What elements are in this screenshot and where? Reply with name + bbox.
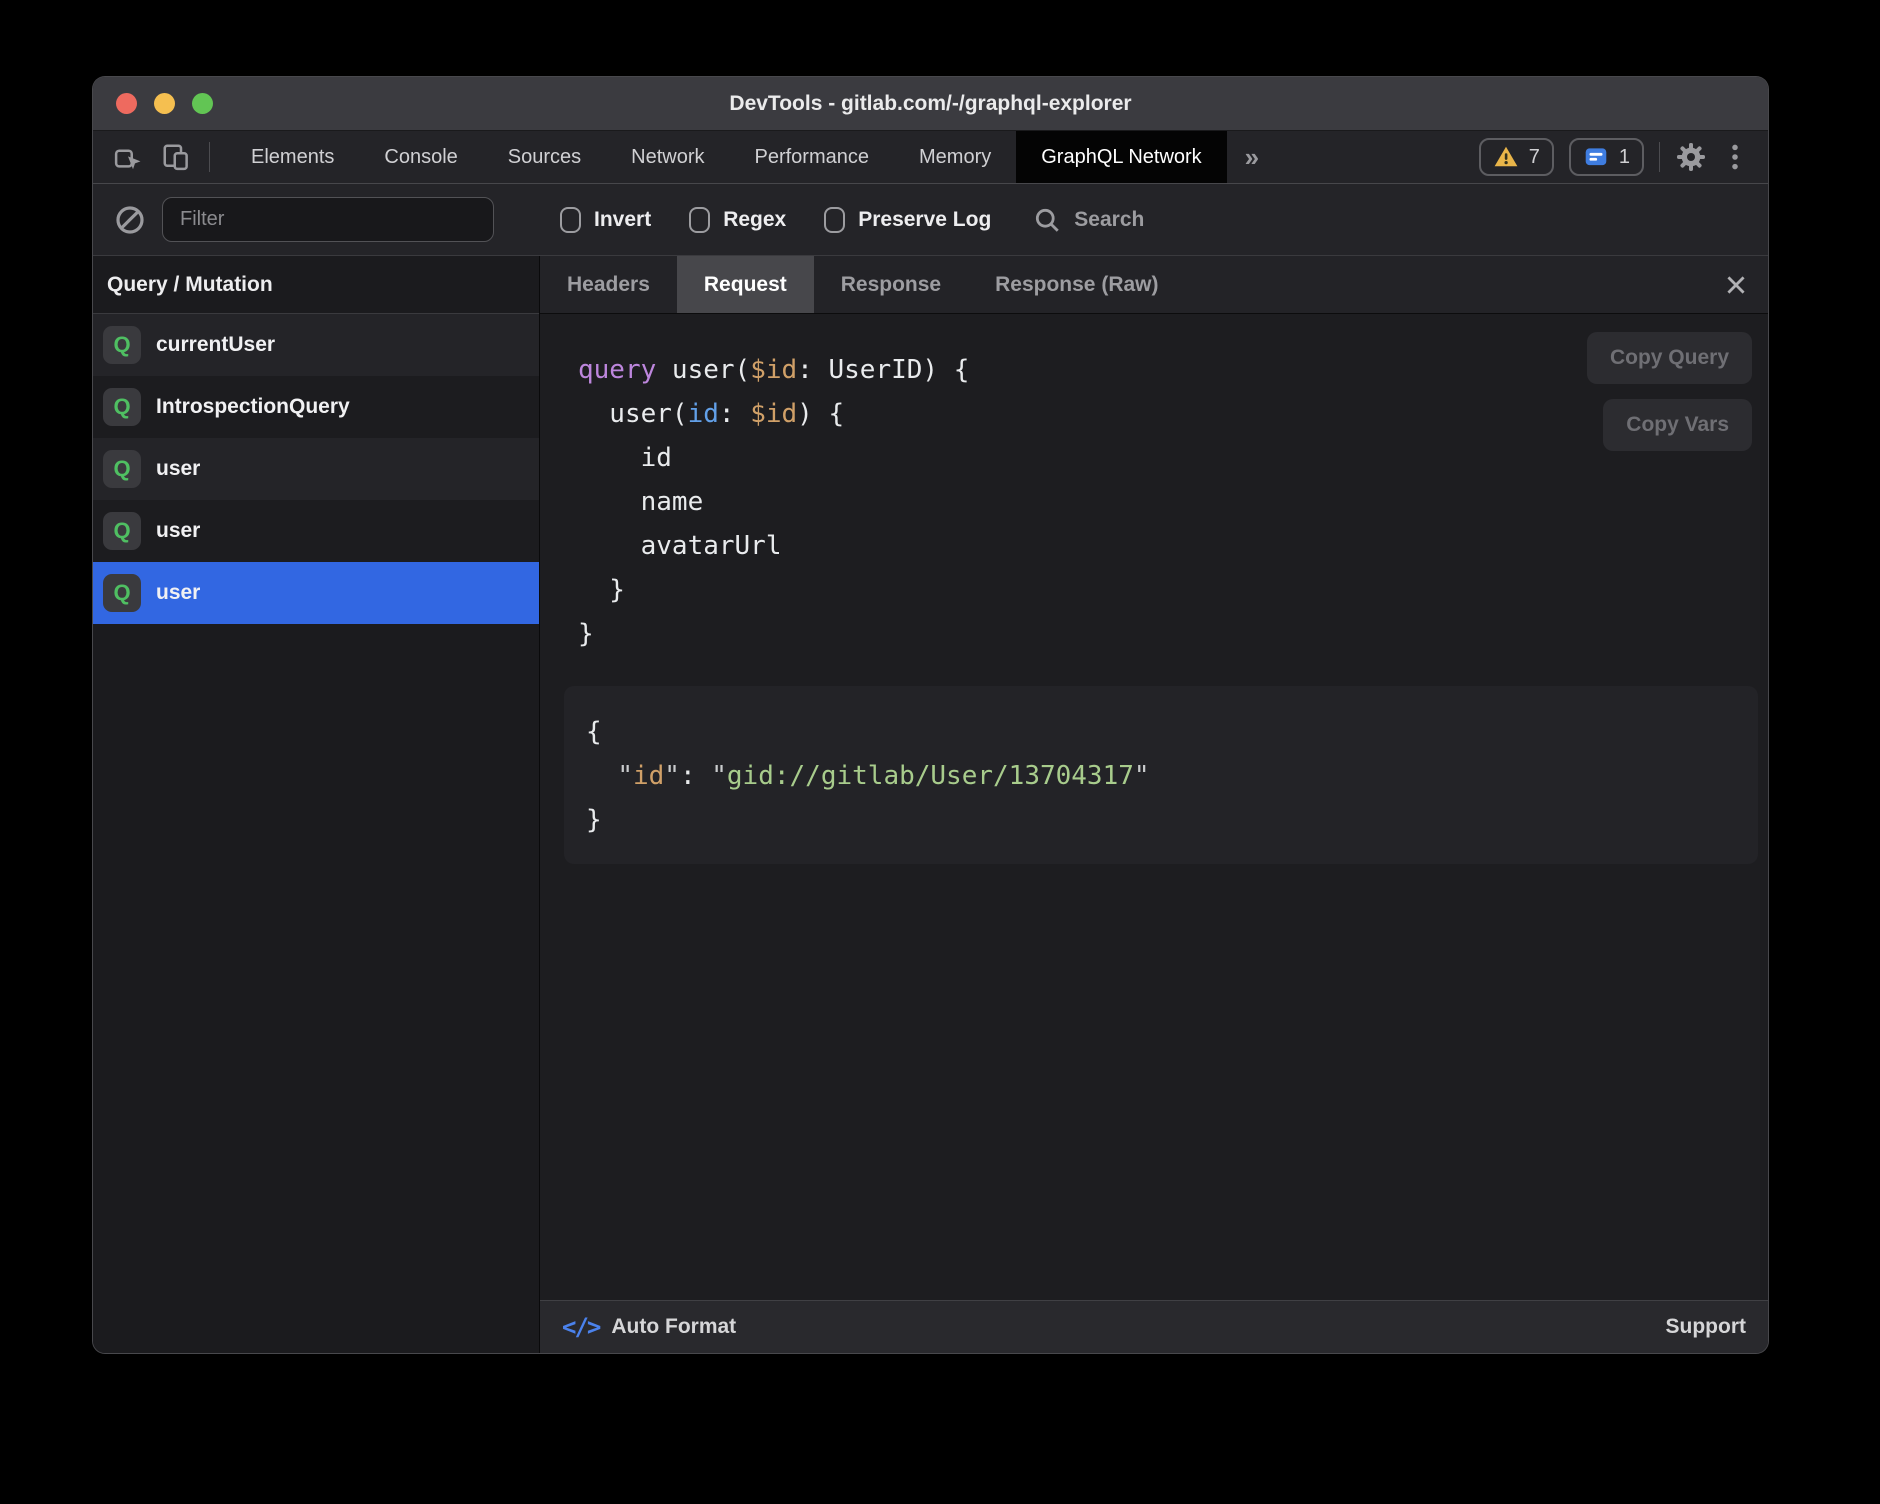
devtools-window: DevTools - gitlab.com/-/graphql-explorer (93, 77, 1768, 1353)
minimize-window-button[interactable] (154, 93, 175, 114)
query-name-label: IntrospectionQuery (156, 395, 350, 419)
variables-box: { "id": "gid://gitlab/User/13704317"} (564, 686, 1758, 864)
issues-count: 1 (1619, 146, 1630, 169)
auto-format-label: Auto Format (611, 1315, 736, 1339)
query-list-item-1-introspectionquery[interactable]: Q IntrospectionQuery (93, 376, 539, 438)
query-type-badge: Q (103, 388, 141, 426)
query-list-header: Query / Mutation (93, 256, 539, 314)
code-line: } (578, 612, 1768, 656)
main-tab-strip: ElementsConsoleSourcesNetworkPerformance… (226, 131, 1227, 183)
zoom-window-button[interactable] (192, 93, 213, 114)
query-type-badge: Q (103, 450, 141, 488)
main-tab-graphql-network[interactable]: GraphQL Network (1016, 131, 1226, 183)
more-tabs-chevron-icon[interactable]: » (1227, 131, 1277, 183)
traffic-lights (93, 93, 213, 114)
clear-block-icon[interactable] (114, 204, 146, 236)
code-line: { (586, 710, 1738, 754)
checkbox-box-regex[interactable] (689, 207, 710, 233)
query-list-item-2-user[interactable]: Quser (93, 438, 539, 500)
detail-tab-strip: HeadersRequestResponseResponse (Raw) (540, 256, 1186, 313)
checkbox-box-preserve-log[interactable] (824, 207, 845, 233)
settings-gear-icon[interactable] (1675, 141, 1707, 173)
copy-vars-button[interactable]: Copy Vars (1603, 399, 1752, 451)
controls-divider (1659, 142, 1660, 172)
warning-count: 7 (1529, 146, 1540, 169)
copy-buttons: Copy Query Copy Vars (1587, 332, 1752, 451)
checkbox-box-invert[interactable] (560, 207, 581, 233)
query-type-badge: Q (103, 512, 141, 550)
main-tab-sources[interactable]: Sources (483, 131, 606, 183)
issues-button[interactable]: 1 (1569, 138, 1644, 176)
detail-tab-bar: HeadersRequestResponseResponse (Raw) (540, 256, 1768, 314)
detail-tab-headers[interactable]: Headers (540, 256, 677, 313)
checkbox-preserve-log[interactable]: Preserve Log (824, 207, 991, 233)
detail-tab-request[interactable]: Request (677, 256, 814, 313)
request-query-code: query user($id: UserID) { user(id: $id) … (540, 314, 1768, 656)
message-icon (1583, 144, 1609, 170)
query-name-label: user (156, 581, 200, 605)
warning-icon (1493, 144, 1519, 170)
filter-checkbox-group: Invert Regex Preserve Log (560, 207, 991, 233)
support-link[interactable]: Support (1666, 1315, 1746, 1339)
detail-panel: HeadersRequestResponseResponse (Raw) que… (540, 256, 1768, 1353)
more-options-kebab-icon[interactable] (1722, 141, 1748, 173)
query-name-label: user (156, 457, 200, 481)
checkbox-label: Regex (723, 208, 786, 232)
query-list-item-0-currentuser[interactable]: QcurrentUser (93, 314, 539, 376)
inspect-element-icon[interactable] (113, 142, 143, 172)
query-name-label: currentUser (156, 333, 275, 357)
auto-format-button[interactable]: </> Auto Format (562, 1313, 736, 1341)
main-tab-network[interactable]: Network (606, 131, 729, 183)
toolbar-divider (209, 142, 210, 172)
panel-content: Query / Mutation QcurrentUserQIntrospect… (93, 256, 1768, 1353)
query-list-item-4-user[interactable]: Quser (93, 562, 539, 624)
query-type-badge: Q (103, 574, 141, 612)
checkbox-regex[interactable]: Regex (689, 207, 786, 233)
checkbox-label: Preserve Log (858, 208, 991, 232)
main-tab-console[interactable]: Console (359, 131, 482, 183)
title-bar: DevTools - gitlab.com/-/graphql-explorer (93, 77, 1768, 131)
search-icon (1033, 206, 1061, 234)
code-line: avatarUrl (578, 524, 1768, 568)
copy-query-button[interactable]: Copy Query (1587, 332, 1752, 384)
desktop-background: DevTools - gitlab.com/-/graphql-explorer (0, 0, 1880, 1504)
code-line: } (586, 798, 1738, 842)
detail-tab-response-raw[interactable]: Response (Raw) (968, 256, 1185, 313)
query-list-panel: Query / Mutation QcurrentUserQIntrospect… (93, 256, 540, 1353)
query-type-badge: Q (103, 326, 141, 364)
filter-input[interactable] (162, 197, 494, 242)
main-tab-memory[interactable]: Memory (894, 131, 1016, 183)
query-list: QcurrentUserQIntrospectionQueryQuserQuse… (93, 314, 539, 624)
main-tab-elements[interactable]: Elements (226, 131, 359, 183)
checkbox-invert[interactable]: Invert (560, 207, 651, 233)
search-label: Search (1074, 208, 1144, 232)
tab-bar-right-controls: 7 1 (1479, 131, 1768, 183)
checkbox-label: Invert (594, 208, 651, 232)
code-brackets-icon: </> (562, 1313, 599, 1341)
detail-footer: </> Auto Format Support (540, 1300, 1768, 1353)
code-line: } (578, 568, 1768, 612)
device-toolbar-icon[interactable] (161, 142, 191, 172)
warnings-button[interactable]: 7 (1479, 138, 1554, 176)
query-list-item-3-user[interactable]: Quser (93, 500, 539, 562)
close-panel-icon[interactable] (1722, 271, 1750, 299)
code-line: name (578, 480, 1768, 524)
code-line: "id": "gid://gitlab/User/13704317" (586, 754, 1738, 798)
detail-tab-response[interactable]: Response (814, 256, 968, 313)
main-tab-performance[interactable]: Performance (730, 131, 895, 183)
request-body: query user($id: UserID) { user(id: $id) … (540, 314, 1768, 1300)
devtools-tab-bar: ElementsConsoleSourcesNetworkPerformance… (93, 131, 1768, 184)
close-window-button[interactable] (116, 93, 137, 114)
filter-bar: Invert Regex Preserve Log Search (93, 184, 1768, 256)
toolbar-buttons (93, 131, 226, 183)
window-title: DevTools - gitlab.com/-/graphql-explorer (93, 92, 1768, 116)
search-button[interactable]: Search (1033, 206, 1144, 234)
query-name-label: user (156, 519, 200, 543)
